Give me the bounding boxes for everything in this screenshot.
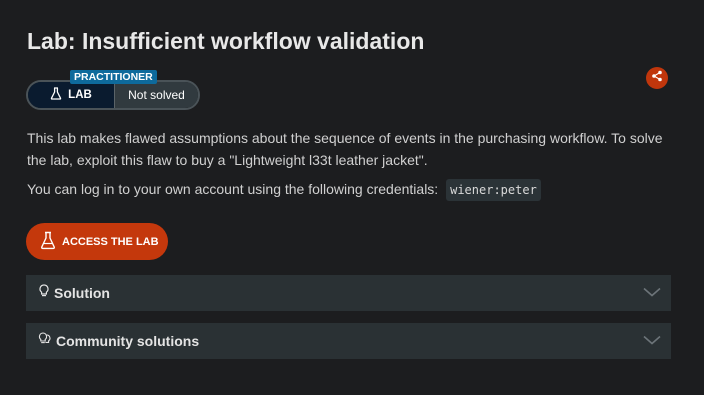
- share-button[interactable]: [646, 67, 668, 89]
- chevron-down-icon: [643, 284, 661, 302]
- chevron-down-icon: [643, 332, 661, 350]
- badge-pill: LAB Not solved: [26, 80, 200, 110]
- community-solutions-label: Community solutions: [56, 333, 200, 349]
- flask-icon: [40, 231, 56, 253]
- solved-status: Not solved: [114, 82, 198, 108]
- community-solutions-accordion[interactable]: Community solutions: [26, 323, 671, 359]
- lab-badge: LAB: [28, 82, 114, 108]
- level-tag: PRACTITIONER: [70, 70, 157, 84]
- solution-accordion[interactable]: Solution: [26, 275, 671, 311]
- lab-badge-label: LAB: [68, 89, 92, 101]
- access-lab-label: ACCESS THE LAB: [62, 235, 159, 248]
- access-lab-button[interactable]: ACCESS THE LAB: [26, 223, 168, 260]
- credentials-text: You can log in to your own account using…: [27, 178, 541, 201]
- page-title: Lab: Insufficient workflow validation: [27, 28, 425, 54]
- lab-description: This lab makes flawed assumptions about …: [27, 130, 663, 168]
- share-icon: [651, 69, 663, 87]
- credentials-label: You can log in to your own account using…: [27, 181, 439, 197]
- solution-label: Solution: [54, 285, 110, 301]
- flask-icon: [50, 87, 62, 103]
- community-lightbulbs-icon: [38, 331, 52, 351]
- lab-status-badge: PRACTITIONER LAB Not solved: [26, 70, 200, 110]
- credentials-code: wiener:peter: [446, 179, 541, 201]
- lightbulb-icon: [38, 283, 50, 303]
